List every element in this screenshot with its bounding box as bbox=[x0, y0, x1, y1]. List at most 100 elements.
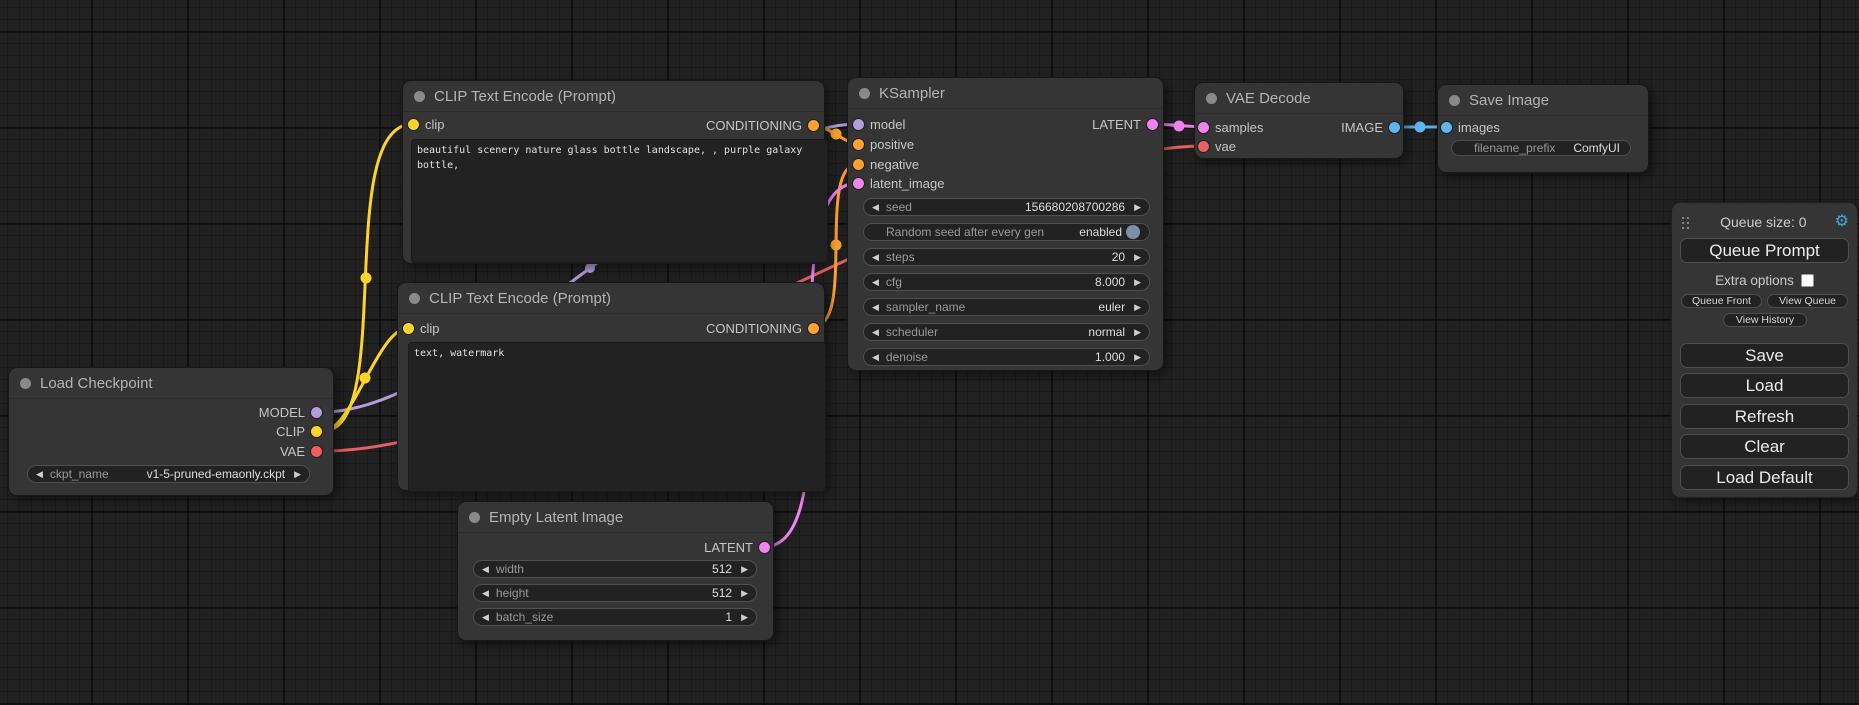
image-port-dot[interactable] bbox=[1389, 122, 1400, 133]
decrement-icon[interactable]: ◀ bbox=[872, 203, 879, 212]
input-port-negative[interactable]: negative bbox=[853, 156, 919, 172]
collapse-dot-icon[interactable] bbox=[409, 293, 420, 304]
collapse-dot-icon[interactable] bbox=[20, 378, 31, 389]
prompt-textarea[interactable]: beautiful scenery nature glass bottle la… bbox=[411, 139, 828, 263]
node-clip-text-encode-positive[interactable]: CLIP Text Encode (Prompt) clip CONDITION… bbox=[403, 81, 824, 263]
collapse-dot-icon[interactable] bbox=[1206, 93, 1217, 104]
decrement-icon[interactable]: ◀ bbox=[482, 613, 489, 622]
drag-handle-icon[interactable] bbox=[1680, 215, 1692, 229]
widget-ckpt-name[interactable]: ◀ ckpt_name v1-5-pruned-emaonly.ckpt ▶ bbox=[27, 465, 310, 483]
output-port-conditioning[interactable]: CONDITIONING bbox=[706, 320, 819, 336]
model-port-dot[interactable] bbox=[853, 119, 864, 130]
output-port-conditioning[interactable]: CONDITIONING bbox=[706, 117, 819, 133]
load-default-button[interactable]: Load Default bbox=[1680, 465, 1849, 490]
widget-cfg[interactable]: ◀ cfg 8.000 ▶ bbox=[863, 273, 1150, 291]
input-port-vae[interactable]: vae bbox=[1198, 138, 1236, 154]
increment-icon[interactable]: ▶ bbox=[1134, 328, 1141, 337]
node-title-bar[interactable]: Save Image bbox=[1438, 85, 1648, 116]
conditioning-port-dot[interactable] bbox=[853, 139, 864, 150]
node-load-checkpoint[interactable]: Load Checkpoint MODEL CLIP VAE ◀ ckpt_na… bbox=[9, 368, 333, 495]
queue-prompt-button[interactable]: Queue Prompt bbox=[1680, 238, 1849, 263]
widget-random-seed-toggle[interactable]: Random seed after every gen enabled bbox=[863, 223, 1150, 241]
conditioning-port-dot[interactable] bbox=[808, 120, 819, 131]
node-graph-canvas[interactable]: Load Checkpoint MODEL CLIP VAE ◀ ckpt_na… bbox=[0, 0, 1859, 705]
input-port-clip[interactable]: clip bbox=[408, 116, 445, 132]
collapse-dot-icon[interactable] bbox=[414, 91, 425, 102]
increment-icon[interactable]: ▶ bbox=[1134, 203, 1141, 212]
widget-filename-prefix[interactable]: filename_prefix ComfyUI bbox=[1451, 140, 1631, 156]
decrement-icon[interactable]: ◀ bbox=[872, 328, 879, 337]
node-empty-latent-image[interactable]: Empty Latent Image LATENT ◀ width 512 ▶ … bbox=[458, 502, 773, 640]
refresh-button[interactable]: Refresh bbox=[1680, 404, 1849, 429]
view-queue-button[interactable]: View Queue bbox=[1767, 294, 1848, 308]
gear-icon[interactable]: ⚙ bbox=[1835, 214, 1849, 230]
input-port-model[interactable]: model bbox=[853, 116, 905, 132]
decrement-icon[interactable]: ◀ bbox=[872, 353, 879, 362]
increment-icon[interactable]: ▶ bbox=[1134, 253, 1141, 262]
vae-port-dot[interactable] bbox=[311, 446, 322, 457]
increment-icon[interactable]: ▶ bbox=[1134, 303, 1141, 312]
increment-icon[interactable]: ▶ bbox=[741, 565, 748, 574]
input-port-samples[interactable]: samples bbox=[1198, 119, 1263, 135]
collapse-dot-icon[interactable] bbox=[1449, 95, 1460, 106]
output-port-clip[interactable]: CLIP bbox=[276, 423, 322, 439]
node-clip-text-encode-negative[interactable]: CLIP Text Encode (Prompt) clip CONDITION… bbox=[398, 283, 824, 490]
output-port-vae[interactable]: VAE bbox=[280, 443, 322, 459]
view-history-button[interactable]: View History bbox=[1723, 313, 1807, 327]
widget-steps[interactable]: ◀ steps 20 ▶ bbox=[863, 248, 1150, 266]
model-port-dot[interactable] bbox=[311, 407, 322, 418]
extra-options-checkbox[interactable] bbox=[1801, 274, 1814, 287]
latent-port-dot[interactable] bbox=[1147, 119, 1158, 130]
input-port-clip[interactable]: clip bbox=[403, 320, 440, 336]
input-port-images[interactable]: images bbox=[1441, 119, 1500, 135]
node-vae-decode[interactable]: VAE Decode samples vae IMAGE bbox=[1195, 83, 1403, 158]
decrement-icon[interactable]: ◀ bbox=[872, 303, 879, 312]
widget-denoise[interactable]: ◀ denoise 1.000 ▶ bbox=[863, 348, 1150, 366]
conditioning-port-dot[interactable] bbox=[853, 159, 864, 170]
output-port-latent[interactable]: LATENT bbox=[704, 539, 770, 555]
node-title-bar[interactable]: CLIP Text Encode (Prompt) bbox=[403, 81, 824, 112]
increment-icon[interactable]: ▶ bbox=[741, 613, 748, 622]
prompt-textarea[interactable]: text, watermark bbox=[408, 342, 826, 492]
latent-port-dot[interactable] bbox=[759, 542, 770, 553]
output-port-model[interactable]: MODEL bbox=[259, 404, 322, 420]
decrement-icon[interactable]: ◀ bbox=[482, 565, 489, 574]
queue-front-button[interactable]: Queue Front bbox=[1681, 294, 1762, 308]
widget-batch-size[interactable]: ◀ batch_size 1 ▶ bbox=[473, 608, 757, 626]
clip-port-dot[interactable] bbox=[408, 119, 419, 130]
input-port-positive[interactable]: positive bbox=[853, 136, 914, 152]
increment-icon[interactable]: ▶ bbox=[1134, 353, 1141, 362]
node-save-image[interactable]: Save Image images filename_prefix ComfyU… bbox=[1438, 85, 1648, 172]
output-port-latent[interactable]: LATENT bbox=[1092, 116, 1158, 132]
decrement-icon[interactable]: ◀ bbox=[872, 253, 879, 262]
node-title-bar[interactable]: CLIP Text Encode (Prompt) bbox=[398, 283, 824, 314]
clear-button[interactable]: Clear bbox=[1680, 434, 1849, 459]
toggle-circle-icon[interactable] bbox=[1126, 225, 1140, 239]
latent-port-dot[interactable] bbox=[1198, 122, 1209, 133]
clip-port-dot[interactable] bbox=[403, 323, 414, 334]
widget-sampler-name[interactable]: ◀ sampler_name euler ▶ bbox=[863, 298, 1150, 316]
increment-icon[interactable]: ▶ bbox=[741, 589, 748, 598]
decrement-icon[interactable]: ◀ bbox=[872, 278, 879, 287]
widget-width[interactable]: ◀ width 512 ▶ bbox=[473, 560, 757, 578]
collapse-dot-icon[interactable] bbox=[469, 512, 480, 523]
collapse-dot-icon[interactable] bbox=[859, 88, 870, 99]
image-port-dot[interactable] bbox=[1441, 122, 1452, 133]
widget-height[interactable]: ◀ height 512 ▶ bbox=[473, 584, 757, 602]
input-port-latent-image[interactable]: latent_image bbox=[853, 175, 944, 191]
increment-icon[interactable]: ▶ bbox=[294, 470, 301, 479]
node-title-bar[interactable]: Load Checkpoint bbox=[9, 368, 333, 399]
widget-seed[interactable]: ◀ seed 156680208700286 ▶ bbox=[863, 198, 1150, 216]
node-ksampler[interactable]: KSampler model positive negative latent_… bbox=[848, 78, 1163, 370]
clip-port-dot[interactable] bbox=[311, 426, 322, 437]
vae-port-dot[interactable] bbox=[1198, 141, 1209, 152]
node-title-bar[interactable]: VAE Decode bbox=[1195, 83, 1403, 114]
latent-port-dot[interactable] bbox=[853, 178, 864, 189]
load-button[interactable]: Load bbox=[1680, 373, 1849, 398]
increment-icon[interactable]: ▶ bbox=[1134, 278, 1141, 287]
conditioning-port-dot[interactable] bbox=[808, 323, 819, 334]
save-button[interactable]: Save bbox=[1680, 343, 1849, 368]
decrement-icon[interactable]: ◀ bbox=[36, 470, 43, 479]
decrement-icon[interactable]: ◀ bbox=[482, 589, 489, 598]
node-title-bar[interactable]: KSampler bbox=[848, 78, 1163, 109]
